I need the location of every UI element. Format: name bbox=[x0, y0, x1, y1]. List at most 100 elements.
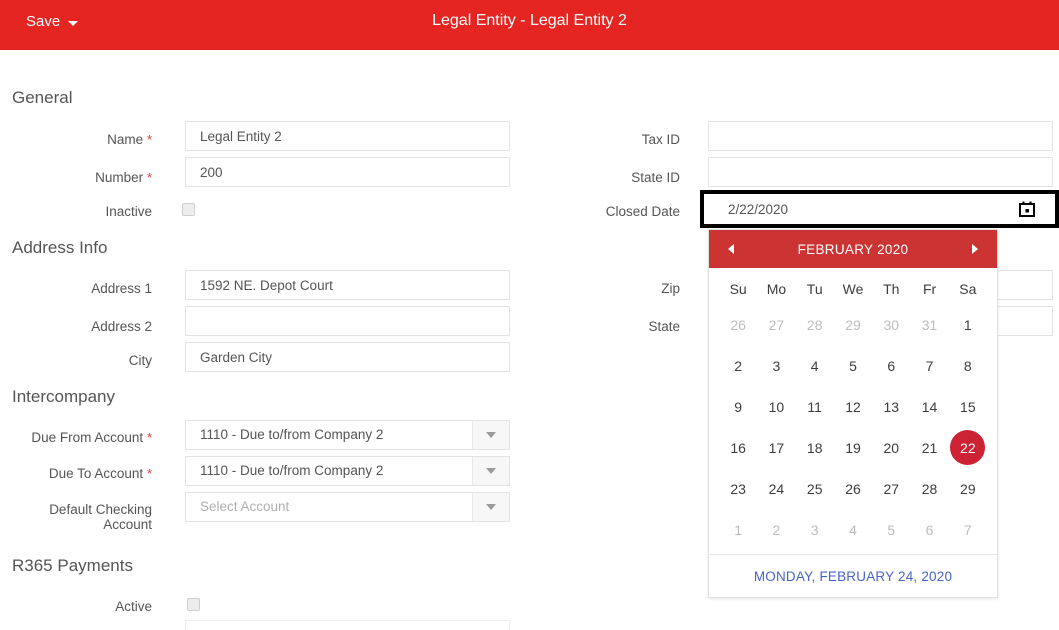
section-heading-address-info: Address Info bbox=[12, 238, 108, 257]
datepicker-day[interactable]: 28 bbox=[796, 304, 834, 345]
datepicker-day[interactable]: 26 bbox=[719, 304, 757, 345]
datepicker-day[interactable]: 12 bbox=[834, 386, 872, 427]
datepicker-week-row: 26 27 28 29 30 31 1 bbox=[719, 304, 987, 345]
datepicker-week-row: 16 17 18 19 20 21 22 bbox=[719, 427, 987, 468]
datepicker-day[interactable]: 20 bbox=[872, 427, 910, 468]
datepicker-day[interactable]: 11 bbox=[796, 386, 834, 427]
datepicker-grid: Su Mo Tu We Th Fr Sa 26 27 28 29 30 31 1 2 3 4 5 6 7 8 9 10 11… bbox=[709, 268, 997, 554]
due-from-account-dropdown-toggle[interactable] bbox=[472, 421, 509, 449]
closed-date-field[interactable]: 2/22/2020 bbox=[700, 190, 1059, 228]
datepicker-day[interactable]: 1 bbox=[949, 304, 987, 345]
page-title: Legal Entity - Legal Entity 2 bbox=[432, 12, 627, 29]
label-name: Name * bbox=[107, 132, 152, 147]
datepicker-week-row: 1234567 bbox=[719, 509, 987, 550]
datepicker-day[interactable]: 29 bbox=[949, 468, 987, 509]
active-checkbox[interactable] bbox=[187, 598, 200, 611]
label-address1: Address 1 bbox=[91, 281, 152, 296]
number-input[interactable] bbox=[185, 157, 510, 187]
next-month-button[interactable] bbox=[967, 241, 983, 257]
inactive-checkbox[interactable] bbox=[182, 203, 195, 216]
label-closed-date: Closed Date bbox=[605, 204, 680, 219]
section-heading-intercompany: Intercompany bbox=[12, 387, 115, 406]
datepicker-day[interactable]: 25 bbox=[796, 468, 834, 509]
label-address2: Address 2 bbox=[91, 319, 152, 334]
datepicker-day[interactable]: 15 bbox=[949, 386, 987, 427]
datepicker-day[interactable]: 23 bbox=[719, 468, 757, 509]
default-checking-account-dropdown-toggle[interactable] bbox=[472, 493, 509, 521]
due-from-account-dropdown[interactable]: 1110 - Due to/from Company 2 bbox=[185, 420, 510, 450]
address1-input[interactable] bbox=[185, 270, 510, 300]
datepicker-day[interactable]: 21 bbox=[910, 427, 948, 468]
label-number: Number * bbox=[95, 170, 152, 185]
datepicker-day[interactable]: 7 bbox=[949, 509, 987, 550]
label-due-to-account: Due To Account * bbox=[48, 466, 152, 481]
label-state-id: State ID bbox=[631, 170, 680, 185]
state-id-input[interactable] bbox=[708, 157, 1053, 187]
datepicker-popup[interactable]: FEBRUARY 2020 Su Mo Tu We Th Fr Sa 26 27 28 29 30 3… bbox=[708, 229, 998, 598]
datepicker-day[interactable]: 7 bbox=[910, 345, 948, 386]
datepicker-dow-mo: Mo bbox=[766, 281, 787, 297]
chevron-down-icon bbox=[486, 504, 496, 510]
datepicker-day[interactable]: 19 bbox=[834, 427, 872, 468]
label-state: State bbox=[648, 319, 680, 334]
partial-input-below[interactable] bbox=[185, 620, 510, 630]
datepicker-day[interactable]: 27 bbox=[872, 468, 910, 509]
datepicker-dow-tu: Tu bbox=[806, 281, 823, 297]
datepicker-day[interactable]: 2 bbox=[757, 509, 795, 550]
datepicker-day[interactable]: 18 bbox=[796, 427, 834, 468]
prev-month-button[interactable] bbox=[723, 241, 739, 257]
datepicker-dow-th: Th bbox=[883, 281, 900, 297]
datepicker-day[interactable]: 30 bbox=[872, 304, 910, 345]
datepicker-dow-sa: Sa bbox=[959, 281, 977, 297]
calendar-icon[interactable] bbox=[1019, 201, 1035, 217]
datepicker-day[interactable]: 29 bbox=[834, 304, 872, 345]
datepicker-day[interactable]: 9 bbox=[719, 386, 757, 427]
datepicker-month-title: FEBRUARY 2020 bbox=[797, 241, 909, 257]
default-checking-account-value: Select Account bbox=[200, 499, 290, 514]
datepicker-day[interactable]: 24 bbox=[757, 468, 795, 509]
datepicker-week-row: 9 10 11 12 13 14 15 bbox=[719, 386, 987, 427]
datepicker-day[interactable]: 8 bbox=[949, 345, 987, 386]
datepicker-day[interactable]: 6 bbox=[910, 509, 948, 550]
name-input[interactable] bbox=[185, 121, 510, 151]
selected-day-highlight: 22 bbox=[950, 430, 986, 465]
datepicker-day[interactable]: 4 bbox=[834, 509, 872, 550]
address2-input[interactable] bbox=[185, 306, 510, 336]
chevron-down-icon bbox=[486, 468, 496, 474]
due-to-account-value: 1110 - Due to/from Company 2 bbox=[200, 463, 384, 478]
datepicker-day[interactable]: 4 bbox=[796, 345, 834, 386]
datepicker-day[interactable]: 5 bbox=[834, 345, 872, 386]
due-to-account-dropdown-toggle[interactable] bbox=[472, 457, 509, 485]
datepicker-day[interactable]: 14 bbox=[910, 386, 948, 427]
datepicker-day[interactable]: 2 bbox=[719, 345, 757, 386]
default-checking-account-dropdown[interactable]: Select Account bbox=[185, 492, 510, 522]
datepicker-day[interactable]: 5 bbox=[872, 509, 910, 550]
datepicker-today-footer[interactable]: MONDAY, FEBRUARY 24, 2020 bbox=[709, 554, 997, 597]
city-input[interactable] bbox=[185, 342, 510, 372]
datepicker-day[interactable]: 1 bbox=[719, 509, 757, 550]
datepicker-day-selected[interactable]: 22 bbox=[949, 427, 987, 468]
due-to-account-dropdown[interactable]: 1110 - Due to/from Company 2 bbox=[185, 456, 510, 486]
label-tax-id: Tax ID bbox=[641, 132, 680, 147]
due-from-account-value: 1110 - Due to/from Company 2 bbox=[200, 427, 384, 442]
datepicker-dow-fr: Fr bbox=[922, 281, 937, 297]
datepicker-day[interactable]: 26 bbox=[834, 468, 872, 509]
datepicker-day[interactable]: 13 bbox=[872, 386, 910, 427]
datepicker-day[interactable]: 27 bbox=[757, 304, 795, 345]
datepicker-day[interactable]: 10 bbox=[757, 386, 795, 427]
chevron-right-icon bbox=[972, 244, 978, 254]
datepicker-day[interactable]: 31 bbox=[910, 304, 948, 345]
datepicker-day[interactable]: 28 bbox=[910, 468, 948, 509]
datepicker-day[interactable]: 3 bbox=[757, 345, 795, 386]
datepicker-day-headers: Su Mo Tu We Th Fr Sa bbox=[719, 274, 987, 304]
datepicker-day[interactable]: 6 bbox=[872, 345, 910, 386]
datepicker-day[interactable]: 16 bbox=[719, 427, 757, 468]
app-toolbar: Save Legal Entity - Legal Entity 2 bbox=[0, 0, 1059, 50]
tax-id-input[interactable] bbox=[708, 121, 1053, 151]
label-default-checking-account: Default Checking Account bbox=[49, 502, 152, 532]
datepicker-day[interactable]: 17 bbox=[757, 427, 795, 468]
datepicker-day[interactable]: 3 bbox=[796, 509, 834, 550]
datepicker-dow-su: Su bbox=[729, 281, 747, 297]
chevron-left-icon bbox=[728, 244, 734, 254]
datepicker-week-row: 2345678 bbox=[719, 345, 987, 386]
